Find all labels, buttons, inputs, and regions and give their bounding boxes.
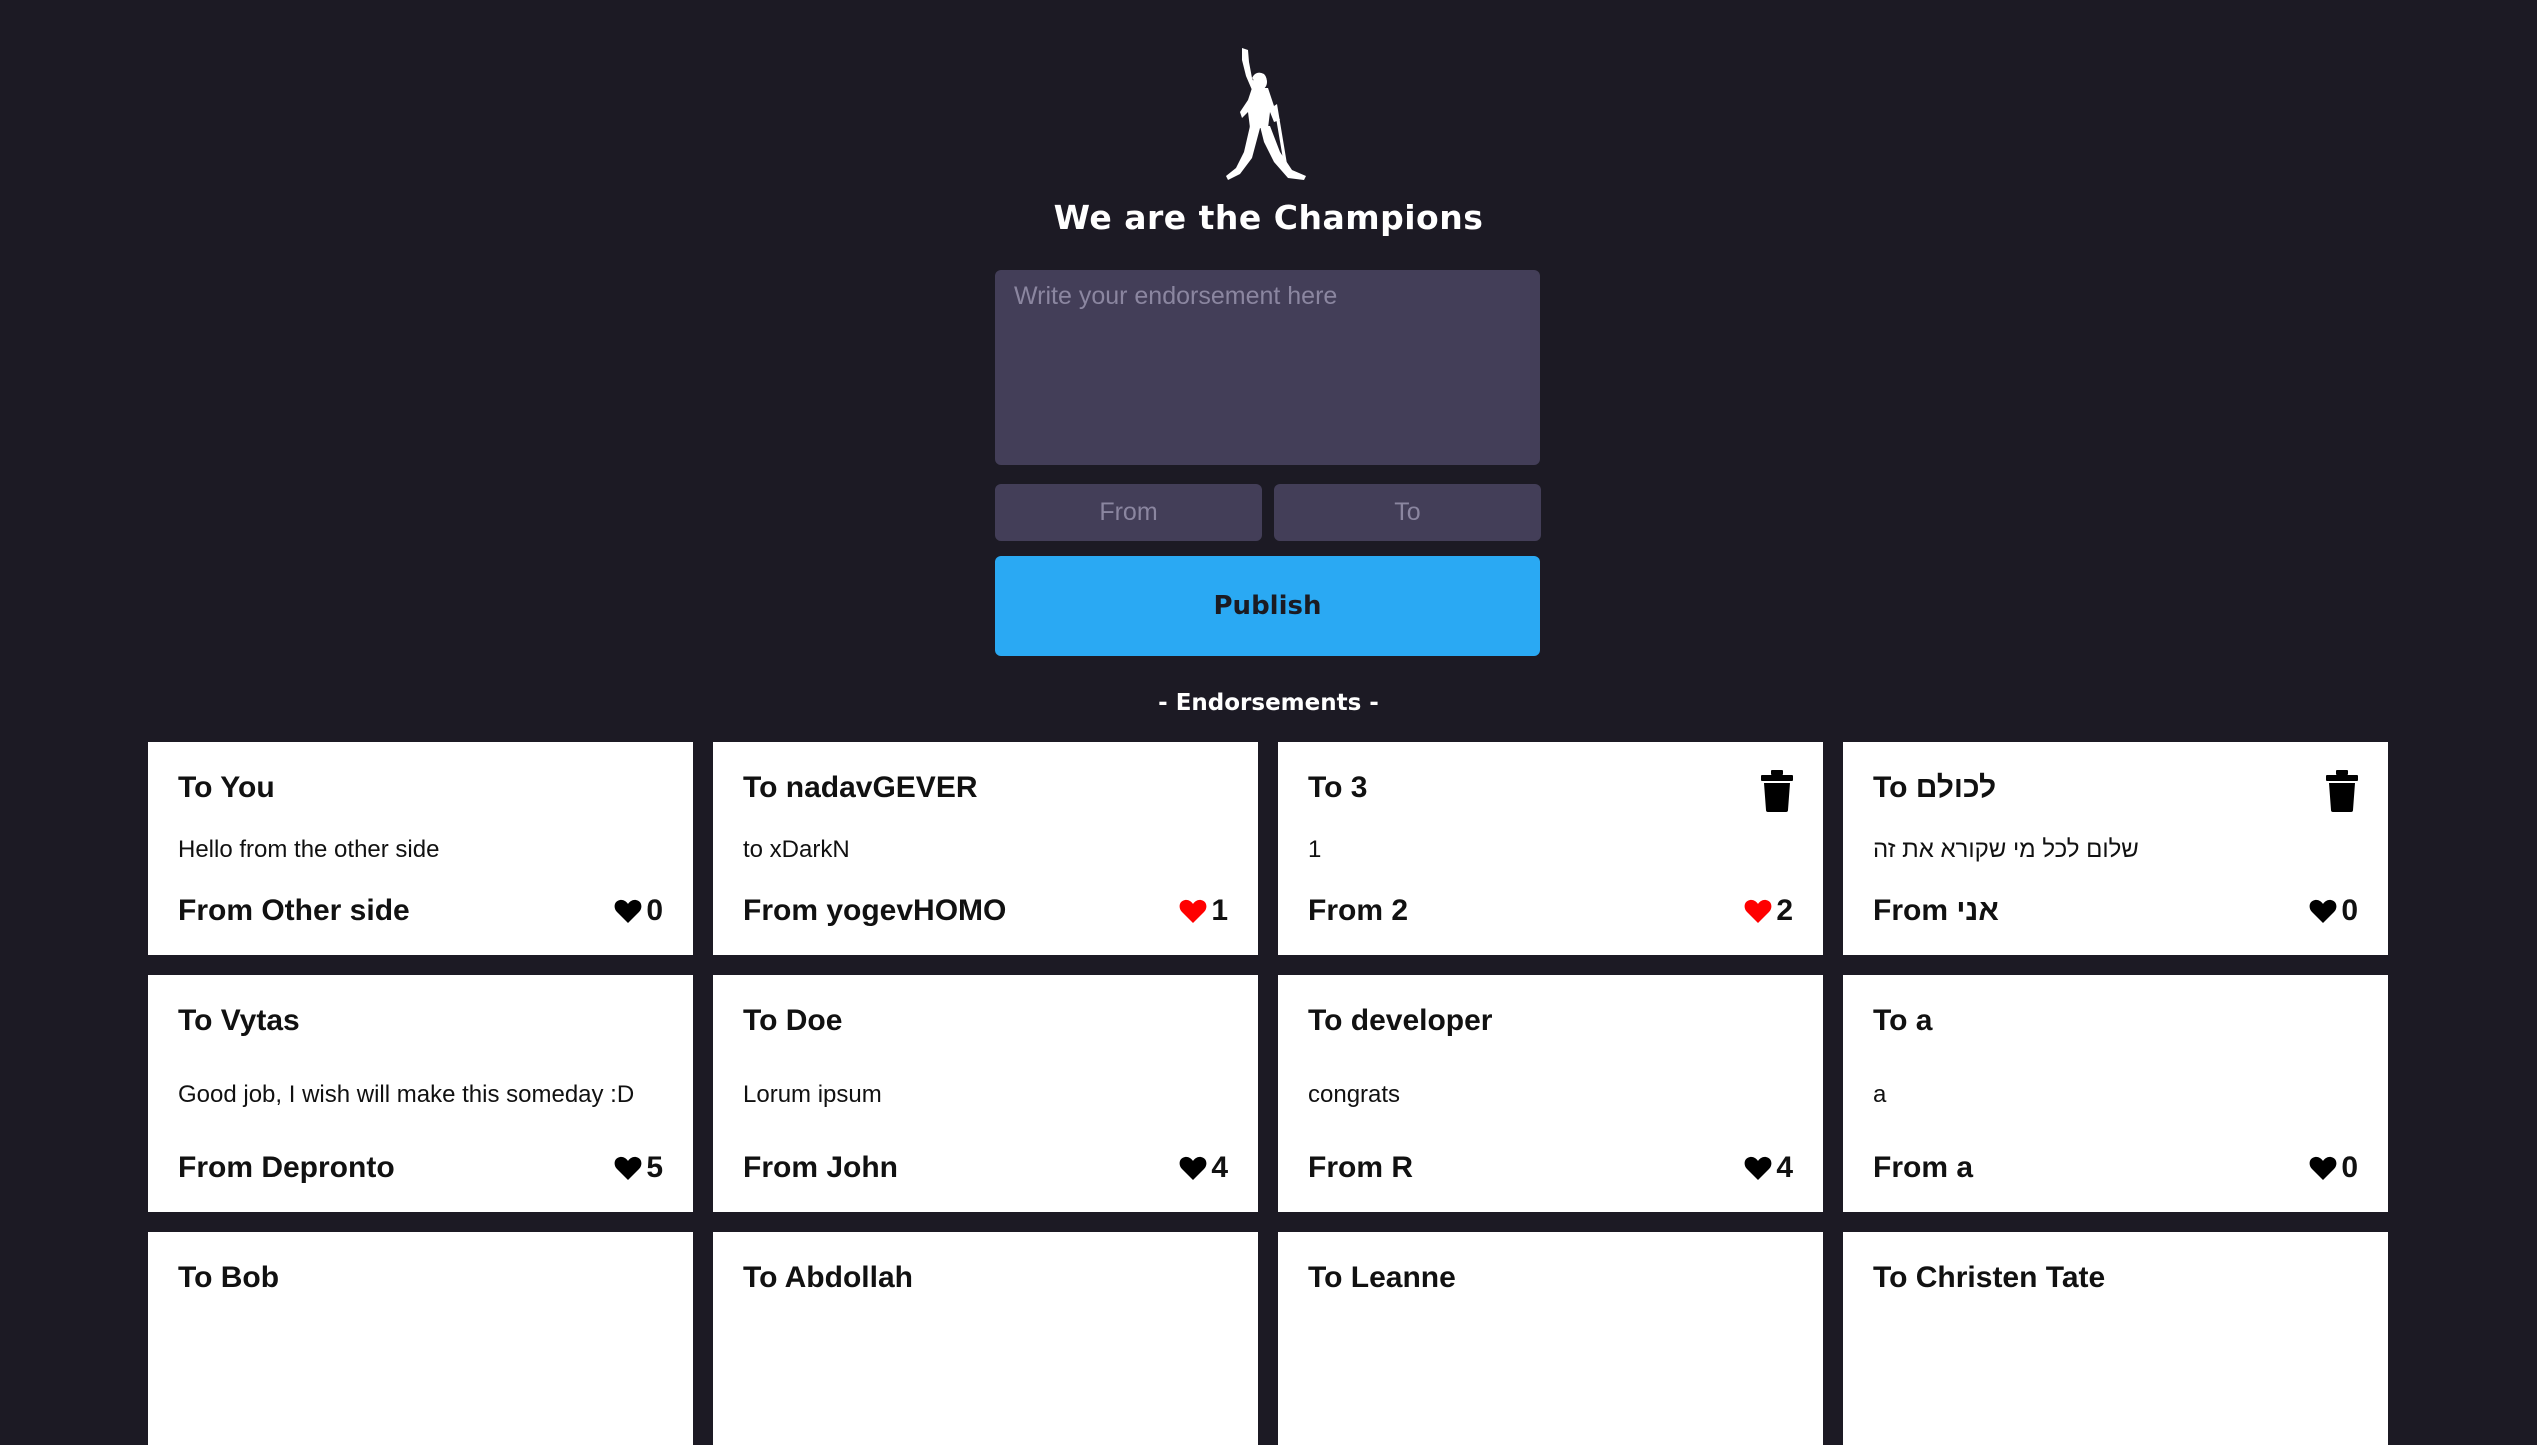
endorsement-footer: From John 4: [743, 1150, 1228, 1186]
endorsement-footer: From R 4: [1308, 1150, 1793, 1186]
endorsement-input[interactable]: [995, 270, 1540, 465]
like-count: 2: [1776, 894, 1793, 927]
endorsement-card: To Bob: [148, 1232, 693, 1445]
endorsement-to: To You: [178, 771, 275, 804]
heart-icon: [1179, 899, 1207, 923]
endorsement-to: To Doe: [743, 1004, 843, 1037]
publish-button[interactable]: Publish: [995, 556, 1540, 656]
like-count: 4: [1776, 1151, 1793, 1184]
trash-icon[interactable]: [1761, 770, 1793, 812]
like-count: 0: [2341, 1151, 2358, 1184]
heart-icon: [2309, 1156, 2337, 1180]
endorsement-from: From Other side: [178, 894, 410, 927]
endorsement-to: To developer: [1308, 1004, 1493, 1037]
like-button[interactable]: 2: [1744, 894, 1793, 928]
freddie-mercury-silhouette-icon: [1222, 48, 1308, 182]
endorsement-to: To Leanne: [1308, 1261, 1456, 1294]
endorsement-message: a: [1873, 1080, 1887, 1108]
endorsement-card: To You Hello from the other side From Othe…: [148, 742, 693, 955]
endorsement-to: To Abdollah: [743, 1261, 913, 1294]
endorsement-footer: From a 0: [1873, 1150, 2358, 1186]
endorsement-to: To a: [1873, 1004, 1933, 1037]
heart-icon: [2309, 899, 2337, 923]
like-button[interactable]: 4: [1744, 1151, 1793, 1185]
endorsement-card: To לכולם שלום לכל מי שקורא את זה From אני 0: [1843, 742, 2388, 955]
endorsement-footer: From 2 2: [1308, 893, 1793, 929]
like-count: 5: [646, 1151, 663, 1184]
endorsement-card: To Leanne: [1278, 1232, 1823, 1445]
like-button[interactable]: 0: [2309, 894, 2358, 928]
to-input[interactable]: [1274, 484, 1541, 541]
like-count: 0: [646, 894, 663, 927]
endorsement-message: [178, 1304, 663, 1411]
heart-icon: [614, 1156, 642, 1180]
like-button[interactable]: 4: [1179, 1151, 1228, 1185]
like-button[interactable]: 5: [614, 1151, 663, 1185]
heart-icon: [1179, 1156, 1207, 1180]
section-title: - Endorsements -: [1158, 690, 1379, 716]
heart-icon: [1744, 899, 1772, 923]
endorsement-card: To nadavGEVER to xDarkN From yogevHOMO 1: [713, 742, 1258, 955]
endorsement-from: From אני: [1873, 894, 1999, 927]
endorsement-from: From 2: [1308, 894, 1409, 927]
endorsement-footer: From אני 0: [1873, 893, 2358, 929]
endorsement-card: To Abdollah: [713, 1232, 1258, 1445]
endorsement-footer: From Depronto 5: [178, 1150, 663, 1186]
endorsement-card: To Doe Lorum ipsum From John 4: [713, 975, 1258, 1212]
endorsement-message: [1308, 1304, 1793, 1411]
endorsement-from: From Depronto: [178, 1151, 395, 1184]
endorsement-message: [743, 1304, 1228, 1411]
endorsement-to: To nadavGEVER: [743, 771, 978, 804]
endorsement-message: [1873, 1304, 2358, 1411]
endorsement-card: To Vytas Good job, I wish will make this …: [148, 975, 693, 1212]
trash-icon[interactable]: [2326, 770, 2358, 812]
like-button[interactable]: 1: [1179, 894, 1228, 928]
endorsement-card: To Christen Tate: [1843, 1232, 2388, 1445]
like-count: 0: [2341, 894, 2358, 927]
endorsement-message: Lorum ipsum: [743, 1080, 882, 1108]
endorsement-card: To developer congrats From R 4: [1278, 975, 1823, 1212]
endorsement-message: שלום לכל מי שקורא את זה: [1873, 835, 2139, 863]
heart-icon: [1744, 1156, 1772, 1180]
endorsement-footer: From yogevHOMO 1: [743, 893, 1228, 929]
endorsement-message: Good job, I wish will make this someday …: [178, 1080, 635, 1108]
endorsement-to: To Vytas: [178, 1004, 300, 1037]
endorsement-grid: To You Hello from the other side From Othe…: [148, 742, 2388, 1445]
endorsement-from: From yogevHOMO: [743, 894, 1007, 927]
endorsement-from: From a: [1873, 1151, 1974, 1184]
like-count: 4: [1211, 1151, 1228, 1184]
endorsement-from: From R: [1308, 1151, 1413, 1184]
like-button[interactable]: 0: [2309, 1151, 2358, 1185]
endorsement-message: congrats: [1308, 1080, 1401, 1108]
endorsement-to: To 3: [1308, 771, 1368, 804]
like-count: 1: [1211, 894, 1228, 927]
endorsement-to: To Christen Tate: [1873, 1261, 2106, 1294]
endorsement-to: To Bob: [178, 1261, 280, 1294]
endorsement-from: From John: [743, 1151, 898, 1184]
endorsement-message: to xDarkN: [743, 835, 850, 863]
page-title: We are the Champions: [1053, 198, 1484, 237]
endorsement-footer: From Other side 0: [178, 893, 663, 929]
endorsement-card: To 3 1 From 2 2: [1278, 742, 1823, 955]
endorsement-message: Hello from the other side: [178, 835, 440, 863]
endorsement-card: To a a From a 0: [1843, 975, 2388, 1212]
heart-icon: [614, 899, 642, 923]
endorsement-to: To לכולם: [1873, 771, 1997, 804]
from-input[interactable]: [995, 484, 1262, 541]
endorsement-message: 1: [1308, 835, 1322, 863]
like-button[interactable]: 0: [614, 894, 663, 928]
